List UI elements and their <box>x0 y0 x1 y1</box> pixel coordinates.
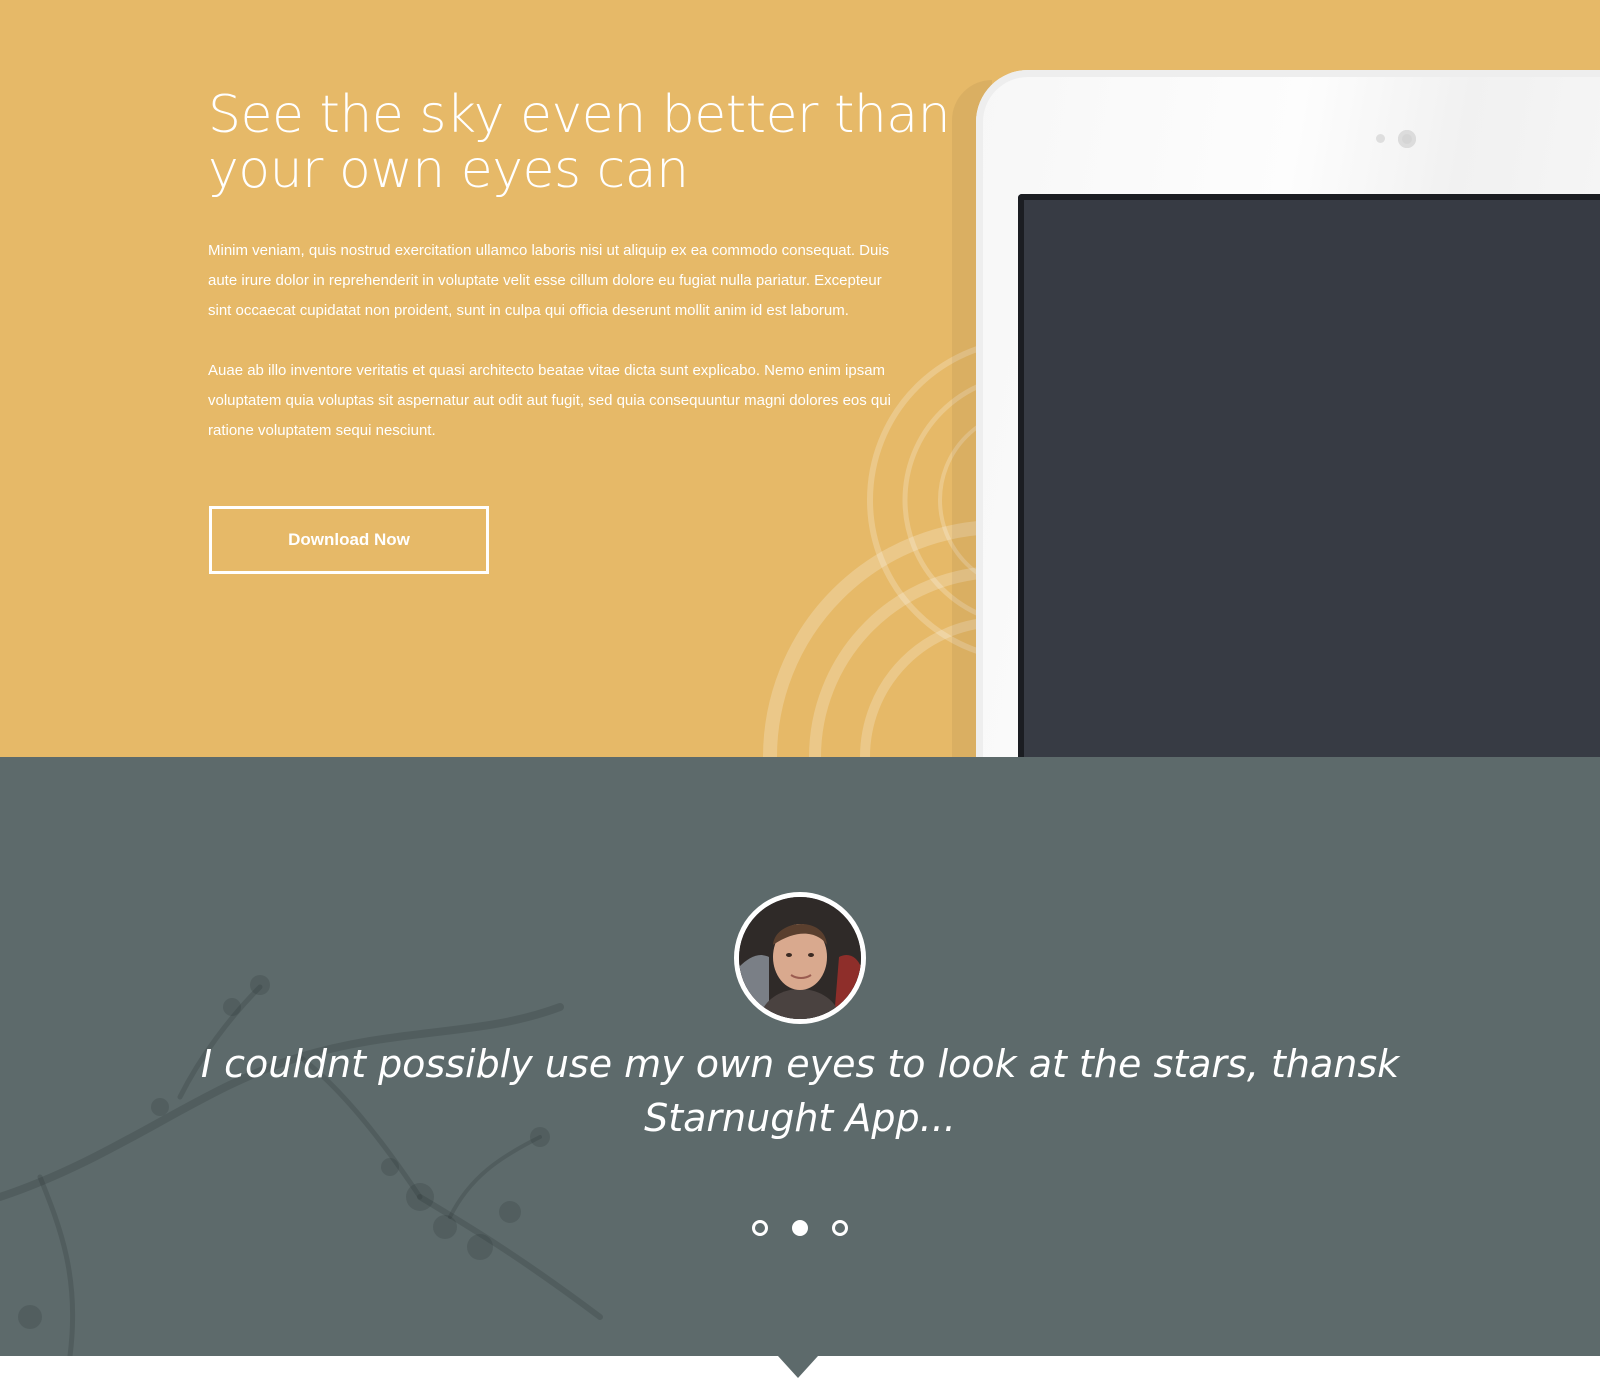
hero-title: See the sky even better than your own ey… <box>208 85 951 200</box>
hero-title-line-1: See the sky even better than <box>208 85 951 145</box>
tablet-camera-icon <box>1398 130 1416 148</box>
hero-copy: See the sky even better than your own ey… <box>208 85 951 446</box>
section-pointer-icon <box>778 1356 818 1378</box>
download-now-button[interactable]: Download Now <box>209 506 489 574</box>
carousel-dot-3[interactable] <box>832 1220 848 1236</box>
hero-title-line-2: your own eyes can <box>208 140 689 200</box>
carousel-dot-1[interactable] <box>752 1220 768 1236</box>
hero-paragraph-2: Auae ab illo inventore veritatis et quas… <box>208 362 891 439</box>
tablet-sensor-icon <box>1376 134 1385 143</box>
carousel-dot-2[interactable] <box>792 1220 808 1236</box>
hero-section: See the sky even better than your own ey… <box>0 0 1600 757</box>
tablet-screen <box>1018 194 1600 757</box>
testimonial-section: I couldnt possibly use my own eyes to lo… <box>0 757 1600 1356</box>
person-avatar-icon <box>734 892 866 1024</box>
hero-paragraph-1: Minim veniam, quis nostrud exercitation … <box>208 242 890 319</box>
carousel-indicators <box>752 1220 852 1240</box>
testimonial-quote: I couldnt possibly use my own eyes to lo… <box>200 1042 1400 1140</box>
